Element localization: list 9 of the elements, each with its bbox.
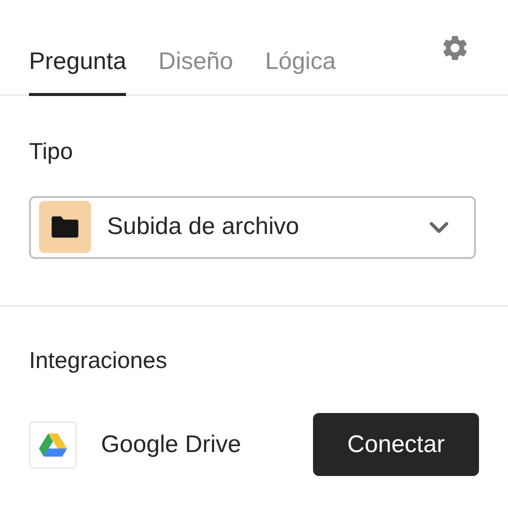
integration-name: Google Drive xyxy=(101,430,242,460)
tab[interactable]: Pregunta xyxy=(29,0,126,96)
drive-icon xyxy=(29,420,77,468)
folder-icon xyxy=(39,201,91,253)
connect-button[interactable]: Conectar xyxy=(313,413,479,476)
section-title: Tipo xyxy=(29,137,74,166)
select-value: Subida de archivo xyxy=(107,212,300,242)
type-select[interactable]: Subida de archivo xyxy=(29,196,476,258)
section-title: Integraciones xyxy=(29,346,168,375)
